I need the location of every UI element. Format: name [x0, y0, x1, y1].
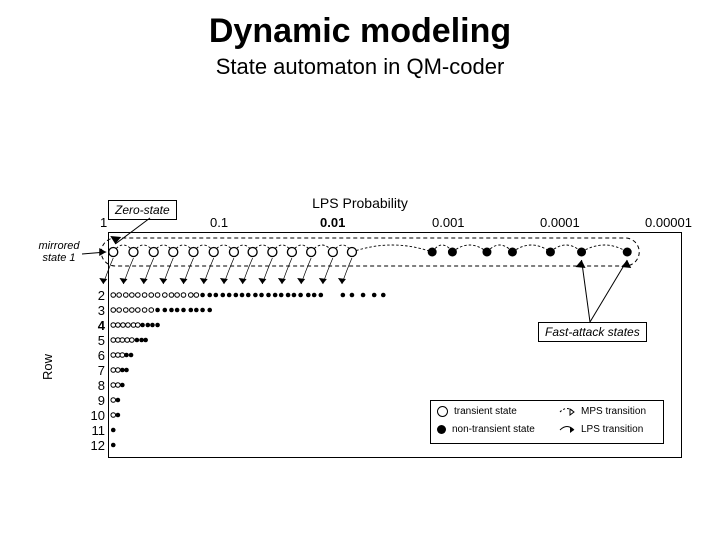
- chart-svg: [0, 0, 720, 540]
- slide: Dynamic modeling State automaton in QM-c…: [0, 0, 720, 540]
